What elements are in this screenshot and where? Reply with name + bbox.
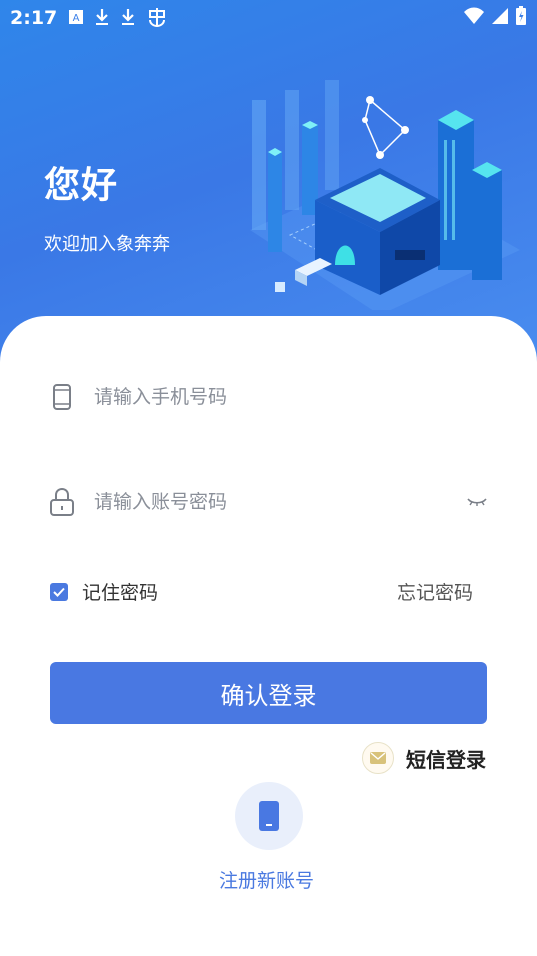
phone-field <box>48 375 488 419</box>
phone-input[interactable] <box>92 385 456 409</box>
status-notification-icons: A <box>68 6 168 28</box>
signal-icon <box>492 8 508 24</box>
isometric-building-illustration <box>250 80 520 310</box>
lock-icon <box>48 487 76 516</box>
register-button[interactable] <box>235 782 303 850</box>
password-input[interactable] <box>92 490 456 514</box>
svg-text:A: A <box>73 13 80 24</box>
translate-icon: A <box>69 10 83 24</box>
check-icon <box>53 587 65 597</box>
mail-icon <box>362 742 394 774</box>
remember-checkbox[interactable] <box>50 582 68 601</box>
register-label[interactable]: 注册新账号 <box>219 866 314 893</box>
eye-closed-icon[interactable] <box>466 490 488 512</box>
sms-login-label: 短信登录 <box>406 747 486 772</box>
download-icon <box>122 9 134 25</box>
remember-password-toggle[interactable]: 记住密码 <box>50 578 158 605</box>
welcome-subtitle: 欢迎加入象奔奔 <box>44 234 170 255</box>
status-system-icons <box>463 6 527 26</box>
battery-icon <box>516 6 526 25</box>
login-button[interactable]: 确认登录 <box>50 662 487 724</box>
mobile-icon <box>259 801 279 831</box>
forgot-password-link[interactable]: 忘记密码 <box>397 578 473 605</box>
password-field <box>48 480 488 524</box>
phone-icon <box>48 383 76 411</box>
greeting-title: 您好 <box>44 165 119 206</box>
wifi-icon <box>464 7 484 24</box>
remember-label: 记住密码 <box>82 582 159 604</box>
bug-icon <box>149 8 165 28</box>
sms-login-link[interactable]: 短信登录 <box>362 742 486 774</box>
download-icon <box>96 9 108 25</box>
status-time: 2:17 <box>10 7 58 29</box>
status-bar: 2:17 A <box>0 0 537 36</box>
